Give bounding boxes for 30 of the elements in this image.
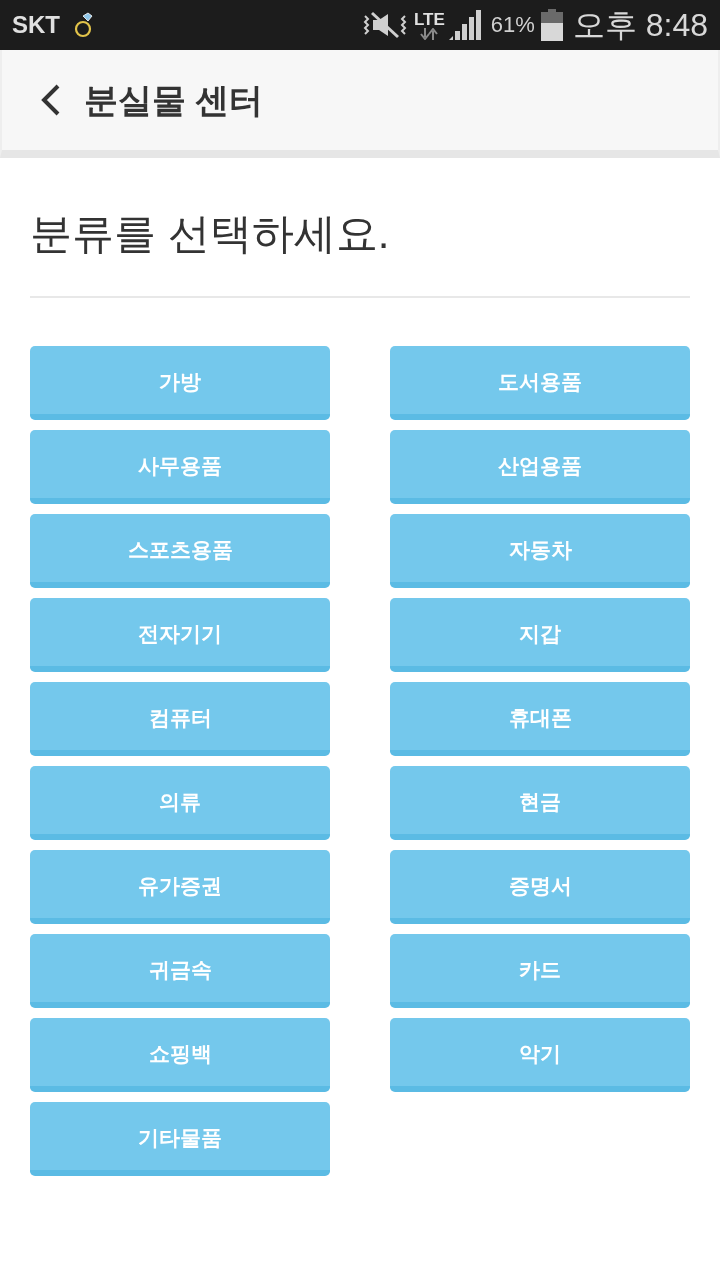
category-button[interactable]: 유가증권	[30, 850, 330, 924]
signal-icon	[448, 10, 481, 40]
category-button[interactable]: 도서용품	[390, 346, 690, 420]
category-button[interactable]: 쇼핑백	[30, 1018, 330, 1092]
battery-percent: 61%	[490, 14, 535, 36]
category-button[interactable]: 증명서	[390, 850, 690, 924]
carrier-name: SKT	[12, 13, 60, 37]
clock-time: 오후 8:48	[572, 9, 708, 41]
back-icon	[39, 83, 61, 117]
category-button[interactable]: 귀금속	[30, 934, 330, 1008]
page-title: 분실물 센터	[84, 83, 264, 117]
category-button[interactable]: 지갑	[390, 598, 690, 672]
category-button[interactable]: 사무용품	[30, 430, 330, 504]
category-button[interactable]: 자동차	[390, 514, 690, 588]
category-button[interactable]: 컴퓨터	[30, 682, 330, 756]
category-button[interactable]: 의류	[30, 766, 330, 840]
vibrate-mute-icon	[361, 10, 408, 40]
category-button[interactable]: 휴대폰	[390, 682, 690, 756]
category-button[interactable]: 가방	[30, 346, 330, 420]
battery-icon	[540, 9, 563, 41]
prompt-heading: 분류를 선택하세요.	[30, 209, 391, 259]
category-button[interactable]: 악기	[390, 1018, 690, 1092]
category-button[interactable]: 전자기기	[30, 598, 330, 672]
network-type: LTE	[413, 10, 445, 28]
data-arrows-icon	[420, 27, 439, 40]
category-button[interactable]: 카드	[390, 934, 690, 1008]
category-button[interactable]: 기타물품	[30, 1102, 330, 1176]
category-button[interactable]: 스포츠용품	[30, 514, 330, 588]
category-button[interactable]: 현금	[390, 766, 690, 840]
category-button[interactable]: 산업용품	[390, 430, 690, 504]
